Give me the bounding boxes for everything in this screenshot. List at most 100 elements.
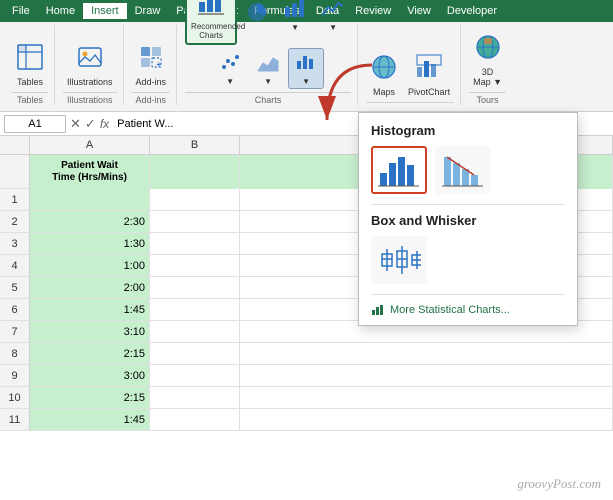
line-chart-button[interactable]: ▼ <box>315 0 351 34</box>
maps-group-label <box>366 102 454 105</box>
cell-b9[interactable] <box>150 365 240 386</box>
pareto-option[interactable] <box>435 146 491 194</box>
statistical-chart-button[interactable]: ▼ <box>288 48 324 89</box>
line-chart-icon <box>322 0 344 23</box>
cell-b3[interactable] <box>150 233 240 254</box>
menu-home[interactable]: Home <box>38 3 83 19</box>
cell-a4[interactable]: 1:00 <box>30 255 150 276</box>
cell-a11[interactable]: 1:45 <box>30 409 150 430</box>
cell-a-header[interactable]: Patient WaitTime (Hrs/Mins) <box>30 155 150 189</box>
ribbon-group-illustrations: Illustrations Illustrations <box>57 25 124 105</box>
col-header-a: A <box>30 136 150 154</box>
cell-reference[interactable] <box>4 115 66 133</box>
row-number: 6 <box>0 299 30 320</box>
3dmap-button[interactable]: 3DMap ▼ <box>469 31 506 89</box>
popup-divider2 <box>371 294 565 295</box>
menu-view[interactable]: View <box>399 3 439 19</box>
charts-buttons-row: ✓ RecommendedCharts <box>185 0 351 45</box>
cell-a10[interactable]: 2:15 <box>30 387 150 408</box>
area-chart-button[interactable]: ▼ <box>250 49 286 88</box>
menu-insert[interactable]: Insert <box>83 3 127 19</box>
cell-a6[interactable]: 1:45 <box>30 299 150 320</box>
scatter-chart-button[interactable]: ▼ <box>212 49 248 88</box>
illustrations-icon <box>76 43 104 75</box>
row-num-header <box>0 136 30 154</box>
row-number: 7 <box>0 321 30 342</box>
fx-label: fx <box>100 117 109 131</box>
illustrations-button[interactable]: Illustrations <box>63 41 117 89</box>
cell-c8[interactable] <box>240 343 613 364</box>
menu-review[interactable]: Review <box>347 3 399 19</box>
addins-icon: + <box>137 43 165 75</box>
addins-group-label: Add-ins <box>132 92 171 105</box>
cell-b5[interactable] <box>150 277 240 298</box>
confirm-formula-icon[interactable]: ✓ <box>85 116 96 132</box>
maps-icon <box>370 53 398 85</box>
row-number: 4 <box>0 255 30 276</box>
table-row: 8 2:15 <box>0 343 613 365</box>
watermark: groovyPost.com <box>517 476 601 492</box>
cell-c11[interactable] <box>240 409 613 430</box>
pivot-chart-label: PivotChart <box>408 87 450 97</box>
cell-b10[interactable] <box>150 387 240 408</box>
box-whisker-option[interactable] <box>371 236 427 284</box>
box-whisker-title: Box and Whisker <box>371 213 565 228</box>
menu-draw[interactable]: Draw <box>127 3 169 19</box>
maps-button[interactable]: Maps <box>366 51 402 99</box>
pie-chart-button[interactable] <box>239 0 275 29</box>
tables-label: Tables <box>17 77 43 87</box>
popup-divider1 <box>371 204 565 205</box>
cell-a7[interactable]: 3:10 <box>30 321 150 342</box>
histogram-title: Histogram <box>371 123 565 138</box>
tables-button[interactable]: Tables <box>12 41 48 89</box>
scatter-chart-icon <box>219 51 241 77</box>
cell-c9[interactable] <box>240 365 613 386</box>
3dmap-label: 3DMap ▼ <box>473 67 502 87</box>
bar-chart-button[interactable]: ▼ <box>277 0 313 34</box>
more-charts-label: More Statistical Charts... <box>390 304 510 316</box>
histogram-option-selected[interactable] <box>371 146 427 194</box>
cell-b4[interactable] <box>150 255 240 276</box>
formula-icons: ✕ ✓ <box>70 116 96 132</box>
recommended-charts-icon: ✓ <box>198 0 224 20</box>
tables-icon <box>16 43 44 75</box>
cell-b2[interactable] <box>150 211 240 232</box>
3dmap-icon <box>474 33 502 65</box>
ribbon-group-tables: Tables Tables <box>6 25 55 105</box>
cell-a5[interactable]: 2:00 <box>30 277 150 298</box>
pie-chart-icon <box>246 1 268 27</box>
cancel-formula-icon[interactable]: ✕ <box>70 116 81 132</box>
cell-b7[interactable] <box>150 321 240 342</box>
cell-b11[interactable] <box>150 409 240 430</box>
cell-a3[interactable]: 1:30 <box>30 233 150 254</box>
cell-c10[interactable] <box>240 387 613 408</box>
table-row: 9 3:00 <box>0 365 613 387</box>
histogram-chart-options <box>371 146 565 194</box>
pivot-chart-button[interactable]: PivotChart <box>404 51 454 99</box>
ribbon-group-maps: Maps PivotChart <box>360 25 461 105</box>
cell-b8[interactable] <box>150 343 240 364</box>
cell-a2[interactable]: 2:30 <box>30 211 150 232</box>
row-number: 8 <box>0 343 30 364</box>
svg-text:+: + <box>156 60 161 69</box>
menu-file[interactable]: File <box>4 3 38 19</box>
more-statistical-charts-link[interactable]: More Statistical Charts... <box>371 303 565 317</box>
cell-a1[interactable] <box>30 189 150 210</box>
cell-a8[interactable]: 2:15 <box>30 343 150 364</box>
ribbon-group-addins: + Add-ins Add-ins <box>126 25 178 105</box>
table-row: 11 1:45 <box>0 409 613 431</box>
cell-b-header[interactable] <box>150 155 240 189</box>
cell-b6[interactable] <box>150 299 240 320</box>
cell-b1[interactable] <box>150 189 240 210</box>
statistical-chart-icon <box>295 51 317 77</box>
tables-group-label: Tables <box>12 92 48 105</box>
row-number: 11 <box>0 409 30 430</box>
addins-button[interactable]: + Add-ins <box>132 41 171 89</box>
ribbon: Tables Tables Illustrations Illustration… <box>0 22 613 112</box>
menu-developer[interactable]: Developer <box>439 3 505 19</box>
histogram-dropdown-popup: Histogram Box and Whisker <box>358 112 578 326</box>
cell-a9[interactable]: 3:00 <box>30 365 150 386</box>
row-number: 1 <box>0 189 30 210</box>
recommended-charts-button[interactable]: ✓ RecommendedCharts <box>185 0 237 45</box>
3dmap-group-label: Tours <box>469 92 506 105</box>
